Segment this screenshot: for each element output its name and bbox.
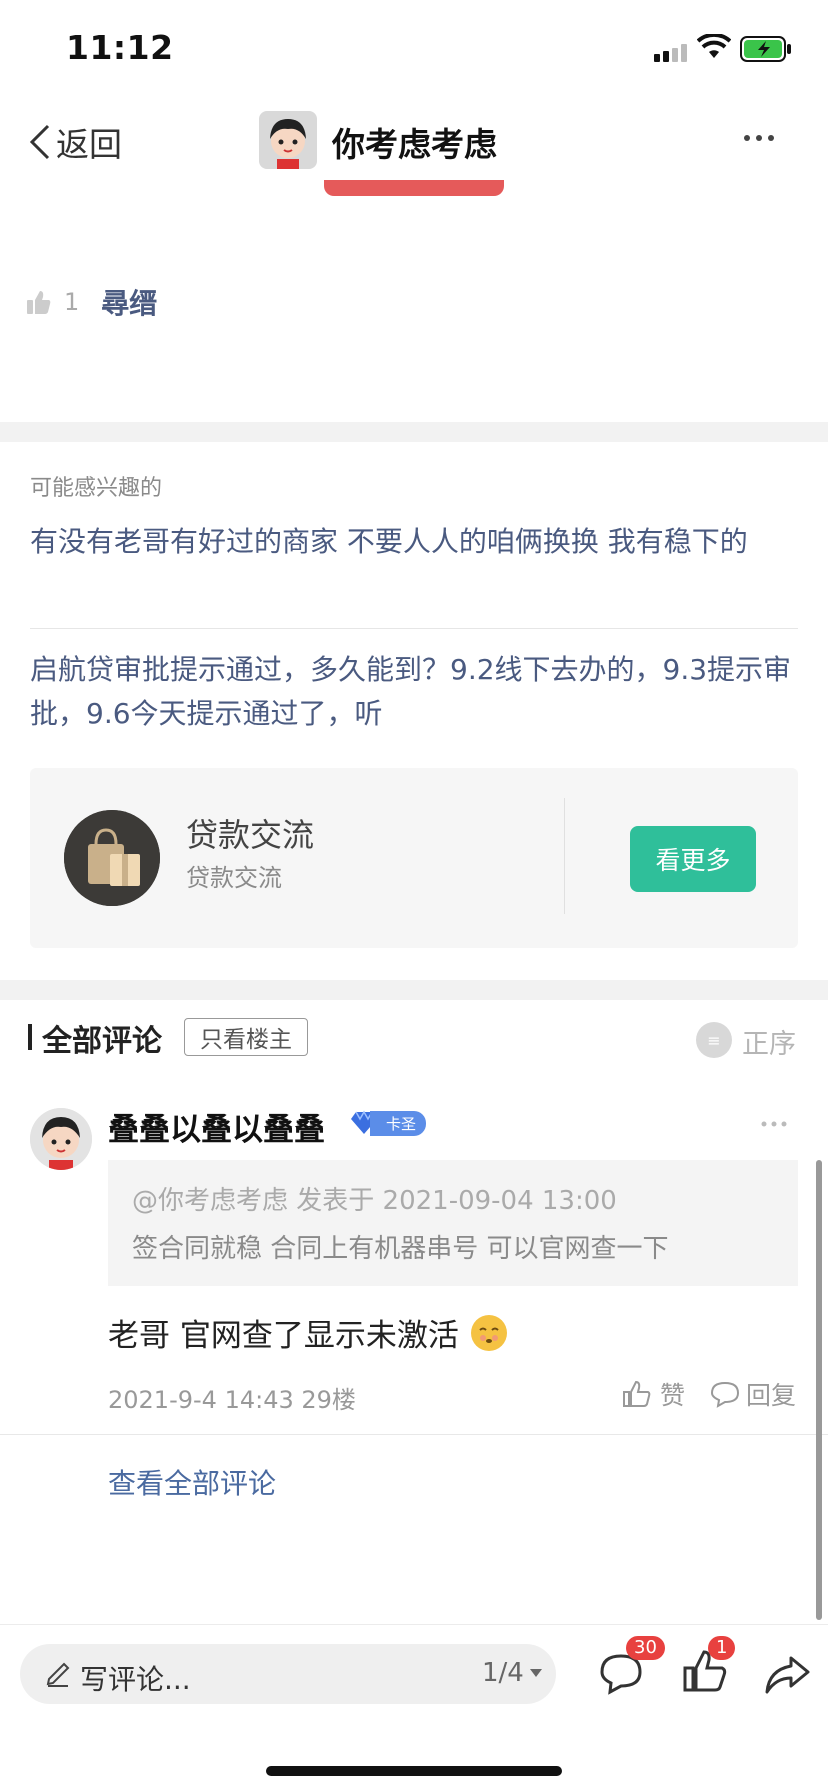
sort-icon[interactable]: ≡: [696, 1022, 732, 1058]
status-time: 11:12: [66, 28, 174, 67]
share-arrow-icon: [765, 1656, 810, 1694]
badge-label: 卡圣: [370, 1110, 427, 1136]
reply-label: 回复: [746, 1381, 797, 1410]
back-button[interactable]: 返回: [28, 118, 122, 166]
comments-title: 全部评论: [42, 1024, 162, 1059]
comment-reply-button[interactable]: 回复: [710, 1376, 796, 1412]
liker-name[interactable]: 尋缙: [101, 282, 157, 322]
page-indicator: 1/4: [482, 1658, 524, 1688]
group-name: 贷款交流: [186, 816, 315, 854]
comments-button[interactable]: 30: [598, 1636, 665, 1696]
like-button[interactable]: 1: [682, 1636, 736, 1694]
commenter-name[interactable]: 叠叠以叠以叠叠: [108, 1104, 325, 1149]
comment-body: 老哥 官网查了显示未激活: [108, 1310, 507, 1355]
back-label: 返回: [56, 125, 122, 164]
group-subtitle: 贷款交流: [186, 864, 282, 892]
battery-icon: [740, 36, 791, 62]
interest-label: 可能感兴趣的: [30, 476, 163, 501]
comment-input-placeholder: 写评论...: [80, 1663, 191, 1696]
share-button[interactable]: [764, 1652, 810, 1694]
comment-more-icon[interactable]: [760, 1120, 788, 1128]
like-count-badge: 1: [708, 1636, 736, 1660]
page-selector[interactable]: 1/4: [482, 1658, 542, 1688]
divider: [0, 1624, 828, 1625]
thumbs-up-icon: [623, 1380, 651, 1407]
more-icon[interactable]: [742, 132, 776, 144]
section-gap: [0, 422, 828, 442]
comment-input[interactable]: 写评论... 1/4: [20, 1644, 556, 1704]
quote-text: 签合同就稳 合同上有机器串号 可以官网查一下: [132, 1234, 669, 1264]
see-more-button[interactable]: 看更多: [630, 826, 756, 892]
section-marker: [28, 1024, 32, 1050]
caret-down-icon: [529, 1669, 542, 1677]
speech-bubble-icon: [710, 1381, 740, 1408]
comment-text: 老哥 官网查了显示未激活: [108, 1318, 459, 1354]
sort-order-label[interactable]: 正序: [742, 1022, 796, 1061]
divider: [30, 628, 798, 629]
user-level-badge: 卡圣: [350, 1110, 427, 1136]
see-all-comments-link[interactable]: 查看全部评论: [108, 1462, 276, 1502]
chevron-left-icon: [29, 124, 50, 160]
section-gap: [0, 980, 828, 1000]
home-indicator[interactable]: [266, 1766, 562, 1776]
like-row: 1 尋缙: [26, 282, 157, 322]
interest-item[interactable]: 有没有老哥有好过的商家 不要人人的咱俩换换 我有稳下的: [30, 520, 800, 564]
comment-meta: 2021-9-4 14:43 29楼: [108, 1386, 356, 1414]
divider: [0, 1434, 828, 1435]
scrollbar[interactable]: [816, 1160, 822, 1620]
interest-item[interactable]: 启航贷审批提示通过，多久能到？9.2线下去办的，9.3提示审批，9.6今天提示通…: [30, 648, 800, 736]
like-label: 赞: [660, 1381, 686, 1410]
comment-like-button[interactable]: 赞: [622, 1376, 685, 1412]
hushed-emoji-icon: [470, 1314, 507, 1351]
page-title: 你考虑考虑: [332, 125, 497, 164]
card-divider: [564, 798, 565, 914]
author-avatar[interactable]: [259, 111, 317, 169]
signal-icon: [654, 44, 687, 62]
quote-header: @你考虑考虑 发表于 2021-09-04 13:00: [132, 1186, 617, 1216]
group-card[interactable]: 贷款交流 贷款交流 看更多: [30, 768, 798, 948]
commenter-avatar[interactable]: [30, 1108, 92, 1170]
post-header-accent: [324, 180, 504, 196]
wifi-icon: [697, 34, 731, 58]
comment-count-badge: 30: [626, 1636, 665, 1660]
quoted-comment[interactable]: @你考虑考虑 发表于 2021-09-04 13:00 签合同就稳 合同上有机器…: [108, 1160, 798, 1286]
thumbs-up-icon: [27, 291, 51, 314]
shopping-bag-icon: [64, 810, 160, 906]
only-owner-button[interactable]: 只看楼主: [184, 1018, 308, 1056]
like-count: 1: [64, 288, 80, 316]
pen-icon: [46, 1662, 70, 1687]
